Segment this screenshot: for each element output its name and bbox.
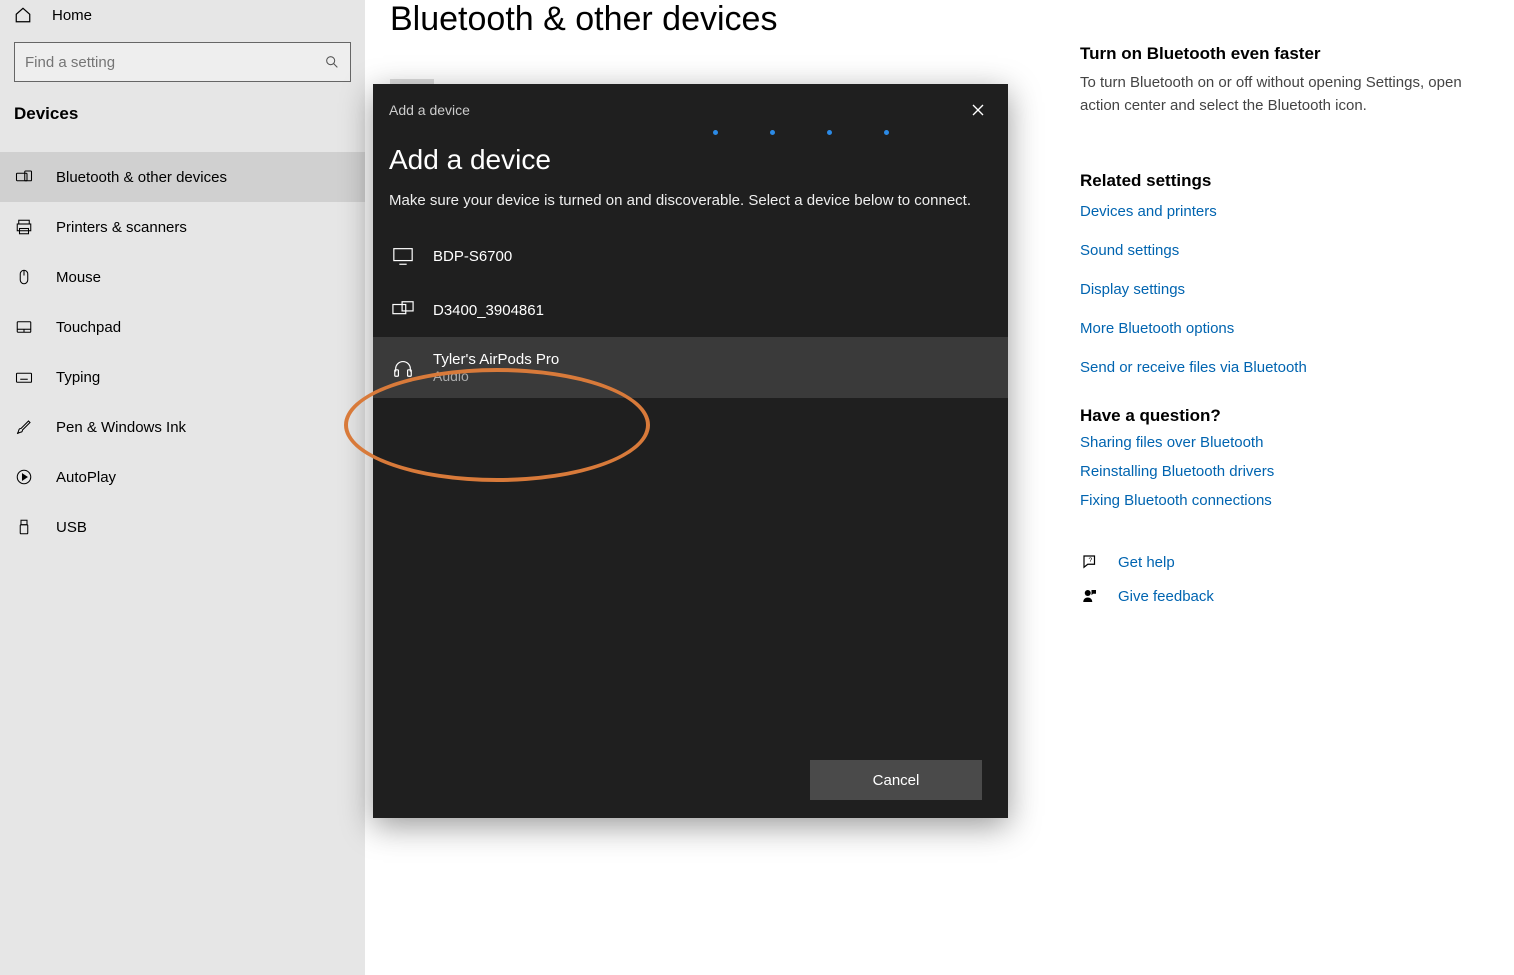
device-subtitle: Audio — [433, 368, 559, 384]
dialog-subtitle: Make sure your device is turned on and d… — [389, 190, 992, 211]
home-button[interactable]: Home — [0, 0, 365, 42]
home-icon — [14, 6, 32, 24]
pen-icon — [14, 418, 34, 436]
headphones-icon — [389, 357, 417, 379]
sidebar-item-autoplay[interactable]: AutoPlay — [0, 452, 365, 502]
bluetooth-devices-icon — [14, 168, 34, 186]
printer-icon — [14, 218, 34, 236]
search-input-container[interactable] — [14, 42, 351, 82]
touchpad-icon — [14, 318, 34, 336]
screens-icon — [389, 299, 417, 321]
dialog-heading: Add a device — [389, 144, 992, 176]
tip-heading: Turn on Bluetooth even faster — [1080, 44, 1470, 64]
link-sound-settings[interactable]: Sound settings — [1080, 242, 1470, 259]
dialog-close-button[interactable] — [956, 94, 1000, 126]
sidebar-item-label: Pen & Windows Ink — [56, 419, 186, 436]
sidebar-item-pen[interactable]: Pen & Windows Ink — [0, 402, 365, 452]
right-panel: Turn on Bluetooth even faster To turn Bl… — [1080, 44, 1470, 605]
sidebar-item-label: Typing — [56, 369, 100, 386]
link-reinstall-drivers[interactable]: Reinstalling Bluetooth drivers — [1080, 463, 1470, 480]
device-item-d3400[interactable]: D3400_3904861 — [389, 283, 992, 337]
cancel-button[interactable]: Cancel — [810, 760, 982, 800]
sidebar-item-label: AutoPlay — [56, 469, 116, 486]
give-feedback-row[interactable]: Give feedback — [1080, 587, 1470, 605]
sidebar-item-label: Bluetooth & other devices — [56, 169, 227, 186]
link-fix-connections[interactable]: Fixing Bluetooth connections — [1080, 492, 1470, 509]
question-heading: Have a question? — [1080, 406, 1470, 426]
device-name: D3400_3904861 — [433, 302, 544, 319]
add-device-dialog: Add a device Add a device Make sure your… — [373, 84, 1008, 818]
related-heading: Related settings — [1080, 171, 1470, 191]
device-item-airpods[interactable]: Tyler's AirPods Pro Audio — [373, 337, 1008, 398]
svg-text:?: ? — [1089, 557, 1093, 564]
search-icon — [324, 54, 340, 70]
sidebar-item-label: Touchpad — [56, 319, 121, 336]
sidebar-item-typing[interactable]: Typing — [0, 352, 365, 402]
dialog-titlebar: Add a device — [373, 84, 1008, 136]
home-label: Home — [52, 7, 92, 24]
sidebar-item-mouse[interactable]: Mouse — [0, 252, 365, 302]
sidebar-item-label: Mouse — [56, 269, 101, 286]
mouse-icon — [14, 268, 34, 286]
tip-text: To turn Bluetooth on or off without open… — [1080, 72, 1470, 117]
dialog-titlebar-text: Add a device — [389, 102, 470, 118]
sidebar-item-touchpad[interactable]: Touchpad — [0, 302, 365, 352]
question-links: Sharing files over Bluetooth Reinstallin… — [1080, 434, 1470, 509]
help-icon: ? — [1080, 553, 1100, 571]
progress-indicator — [373, 130, 1008, 138]
sidebar-item-printers[interactable]: Printers & scanners — [0, 202, 365, 252]
page-title: Bluetooth & other devices — [390, 0, 1474, 39]
sidebar-section-title: Devices — [0, 104, 365, 152]
sidebar-item-bluetooth[interactable]: Bluetooth & other devices — [0, 152, 365, 202]
give-feedback-link[interactable]: Give feedback — [1118, 588, 1214, 605]
device-item-bdp[interactable]: BDP-S6700 — [389, 229, 992, 283]
link-sharing-files[interactable]: Sharing files over Bluetooth — [1080, 434, 1470, 451]
settings-sidebar: Home Devices Bluetooth & other devices P… — [0, 0, 365, 975]
related-links: Devices and printers Sound settings Disp… — [1080, 203, 1470, 376]
monitor-icon — [389, 245, 417, 267]
close-icon — [972, 104, 984, 116]
autoplay-icon — [14, 468, 34, 486]
get-help-row[interactable]: ? Get help — [1080, 553, 1470, 571]
keyboard-icon — [14, 368, 34, 386]
link-devices-printers[interactable]: Devices and printers — [1080, 203, 1470, 220]
device-name: BDP-S6700 — [433, 248, 512, 265]
link-display-settings[interactable]: Display settings — [1080, 281, 1470, 298]
sidebar-item-usb[interactable]: USB — [0, 502, 365, 552]
sidebar-item-label: USB — [56, 519, 87, 536]
usb-icon — [14, 518, 34, 536]
device-name: Tyler's AirPods Pro — [433, 351, 559, 368]
get-help-link[interactable]: Get help — [1118, 554, 1175, 571]
link-send-receive-files[interactable]: Send or receive files via Bluetooth — [1080, 359, 1470, 376]
feedback-icon — [1080, 587, 1100, 605]
link-more-bluetooth[interactable]: More Bluetooth options — [1080, 320, 1470, 337]
sidebar-item-label: Printers & scanners — [56, 219, 187, 236]
search-input[interactable] — [25, 54, 324, 71]
